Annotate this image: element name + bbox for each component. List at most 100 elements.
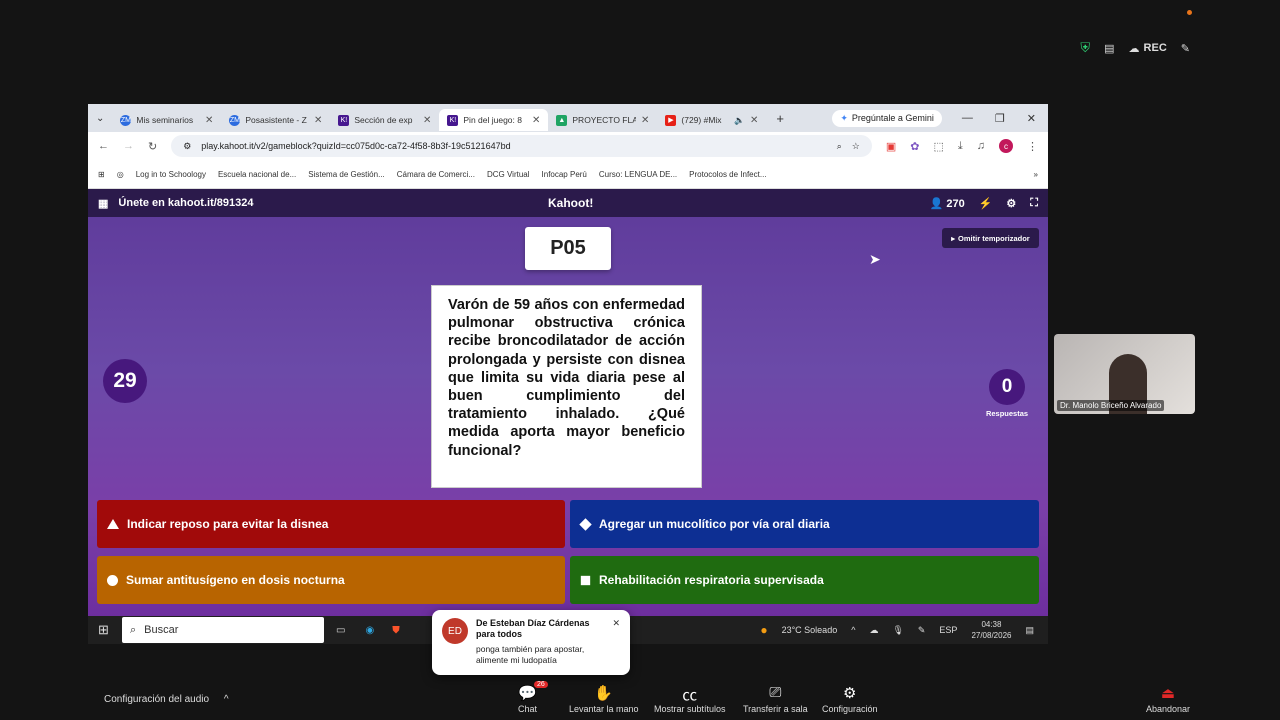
tab-search-chevron-icon[interactable]: ⌄ [88,113,112,124]
cast-icon: ⎚ [769,684,782,701]
pencil-icon[interactable]: ✎ [1181,42,1190,55]
task-view-icon[interactable]: ▭ [336,625,345,636]
tab-mis-seminarios[interactable]: ZM Mis seminarios ✕ [112,109,221,131]
back-icon[interactable]: ← [98,140,109,152]
edge-icon[interactable]: ◉ [365,625,374,636]
bookmark-dcg[interactable]: DCG Virtual [487,170,530,179]
chat-message: ponga también para apostar, alimente mi … [476,644,585,665]
bookmark-protocolos[interactable]: Protocolos de Infect... [689,170,766,179]
extension-purple-icon[interactable]: ✿ [910,140,919,153]
profile-avatar[interactable]: c [999,139,1013,153]
bookmark-infocap[interactable]: Infocap Perú [542,170,587,179]
close-tab-icon[interactable]: ✕ [641,115,649,126]
windows-start-icon[interactable]: ⊞ [98,622,109,638]
language-indicator[interactable]: ESP [939,625,957,635]
shield-icon[interactable]: ⛨ [1080,40,1090,56]
fullscreen-icon[interactable]: ⛶ [1030,197,1038,210]
tab-proyecto[interactable]: ▲ PROYECTO FLA ✕ [548,109,657,131]
close-window-icon[interactable]: ✕ [1027,112,1036,125]
chat-button[interactable]: 💬 Chat 26 [518,681,548,714]
weather-text[interactable]: 23°C Soleado [782,625,838,635]
chrome-icon[interactable]: ◎ [117,170,124,179]
zoom-favicon-icon: ZM [120,114,132,126]
close-tab-icon[interactable]: ✕ [532,115,540,126]
apps-grid-icon[interactable]: ⊞ [98,170,105,179]
url-field[interactable]: ⚙ play.kahoot.it/v2/gameblock?quizId=cc0… [171,135,872,157]
raise-hand-button[interactable]: ✋ Levantar la mano [569,684,639,714]
circle-icon [107,574,118,586]
settings-button[interactable]: ⚙ Configuración [822,684,878,714]
more-bookmarks-icon[interactable]: » [1034,170,1038,179]
bookmark-curso[interactable]: Curso: LENGUA DE... [599,170,677,179]
rec-indicator[interactable]: ☁ REC [1129,42,1167,55]
zoom-footer-toolbar: Configuración del audio ^ 💬 Chat 26 ✋ Levan… [0,680,1280,720]
download-icon[interactable]: ⤓ [958,140,963,153]
tab-youtube-mix[interactable]: ▶ (729) #Mix 🔈 ✕ [657,109,766,131]
answer-text: Sumar antitusígeno en dosis nocturna [126,573,345,587]
clock[interactable]: 04:38 27/08/2026 [971,619,1011,641]
zoom-top-toolbar: ⛨ ▤ ☁ REC ✎ [1080,40,1190,56]
gemini-button[interactable]: ✦ Pregúntale a Gemini [832,109,942,127]
question-text: Varón de 59 años con enfermedad pulmonar… [448,297,685,459]
close-tab-icon[interactable]: ✕ [423,115,431,126]
drive-favicon-icon: ▲ [556,114,568,126]
chat-label: Chat [518,704,538,714]
tab-seccion[interactable]: K! Sección de exp ✕ [330,109,439,131]
notifications-icon[interactable]: ▤ [1025,625,1034,636]
answers-count: 0 [989,369,1025,405]
participant-video[interactable]: Dr. Manolo Briceño Alvarado [1054,334,1195,414]
question-label: P05 [525,227,611,270]
captions-button[interactable]: ㏄ Mostrar subtítulos [654,684,726,714]
leave-button[interactable]: ⏏ Abandonar [1146,684,1190,714]
close-tab-icon[interactable]: ✕ [750,115,758,126]
user-icon: 👤 [929,197,944,210]
media-control-icon[interactable]: ♫ [977,140,985,152]
answer-diamond[interactable]: Agregar un mucolítico por vía oral diari… [570,500,1039,548]
tab-posasistente[interactable]: ZM Posasistente - Z ✕ [221,109,330,131]
answer-circle[interactable]: Sumar antitusígeno en dosis nocturna [97,556,565,604]
skip-timer-button[interactable]: ▸ Omitir temporizador [942,228,1039,248]
document-icon[interactable]: ▤ [1104,42,1114,55]
extensions-puzzle-icon[interactable]: ⬚ [933,140,943,153]
close-popup-icon[interactable]: ✕ [612,618,620,667]
extension-red-icon[interactable]: ▣ [886,140,896,153]
square-icon [580,575,591,585]
new-tab-icon[interactable]: + [766,111,794,126]
onedrive-icon[interactable]: ☁ [869,625,878,636]
pen-icon[interactable]: ✎ [918,625,926,636]
reload-icon[interactable]: ↻ [148,140,157,153]
transfer-label: Transferir a sala [743,704,808,714]
chat-notification-popup[interactable]: ED De Esteban Díaz Cárdenas para todos p… [432,610,630,675]
zoom-magnifier-icon[interactable]: ⌕ [837,141,842,152]
mute-icon[interactable]: ⚡ [979,197,993,210]
forward-icon[interactable]: → [123,140,134,152]
bookmark-schoology[interactable]: Log in to Schoology [136,170,206,179]
bookmark-escuela[interactable]: Escuela nacional de... [218,170,296,179]
close-tab-icon[interactable]: ✕ [205,115,213,126]
menu-kebab-icon[interactable]: ⋮ [1027,140,1038,153]
tab-title: PROYECTO FLA [572,115,636,125]
transfer-button[interactable]: ⎚ Transferir a sala [743,684,808,714]
answer-triangle[interactable]: Indicar reposo para evitar la disnea [97,500,565,548]
mic-icon[interactable]: 🎙 [892,625,903,636]
minimize-icon[interactable]: — [962,112,973,125]
bookmark-star-icon[interactable]: ☆ [852,141,860,152]
browser-tab-strip: ⌄ ZM Mis seminarios ✕ ZM Posasistente - Z ✕ … [88,104,1048,132]
chevron-up-icon[interactable]: ^ [851,625,855,635]
weather-sun-icon[interactable]: ● [760,623,767,637]
site-info-icon[interactable]: ⚙ [183,141,191,152]
brave-icon[interactable]: ⛊ [392,625,400,636]
taskbar-search[interactable]: ⌕ Buscar [122,617,324,643]
speaker-icon[interactable]: 🔈 [734,115,745,126]
close-tab-icon[interactable]: ✕ [314,115,322,126]
restore-icon[interactable]: ❐ [995,112,1005,125]
bookmark-camara[interactable]: Cámara de Comerci... [397,170,475,179]
settings-gear-icon[interactable]: ⚙ [1006,197,1016,210]
answer-square[interactable]: Rehabilitación respiratoria supervisada [570,556,1039,604]
audio-config-button[interactable]: Configuración del audio ^ [104,694,229,705]
zoom-favicon-icon: ZM [229,114,241,126]
bookmark-sistema[interactable]: Sistema de Gestión... [308,170,384,179]
tab-pin-del-juego[interactable]: K! Pin del juego: 8 ✕ [439,109,549,131]
youtube-favicon-icon: ▶ [665,114,677,126]
answer-text: Indicar reposo para evitar la disnea [127,517,329,531]
